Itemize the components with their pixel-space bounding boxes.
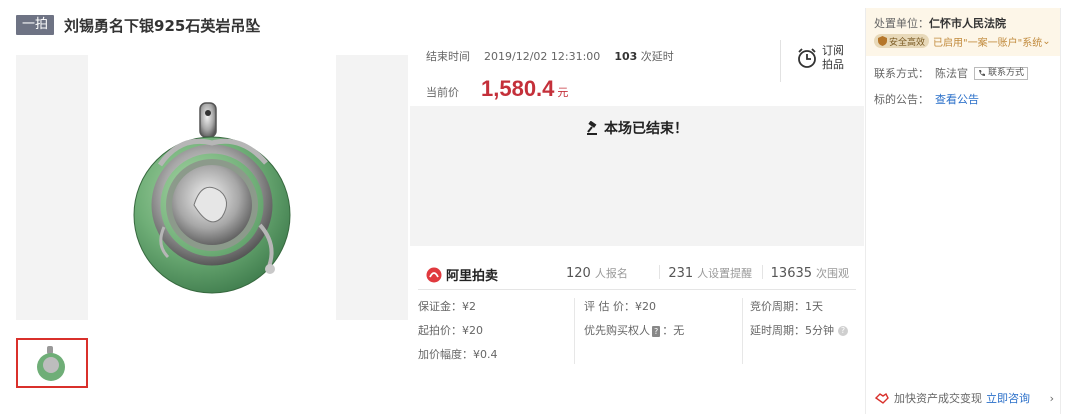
stat-signups: 120 人报名 — [566, 265, 651, 281]
auction-round-tag: 一拍 — [16, 15, 55, 35]
disposal-unit-name: 仁怀市人民法院 — [929, 17, 1006, 30]
stat-label: 次围观 — [816, 267, 850, 280]
stat-value: 120 — [566, 266, 591, 281]
current-price-label: 当前价 — [426, 86, 459, 99]
ali-auction-logo: 阿里拍卖 — [426, 265, 498, 284]
auction-ended-panel: 本场已结束！ — [410, 106, 864, 246]
alarm-clock-icon — [798, 48, 816, 68]
delay-count: 103 — [614, 50, 638, 63]
ali-auction-logo-text: 阿里拍卖 — [446, 269, 499, 284]
contact-name: 陈法官 — [935, 67, 968, 80]
help-icon[interactable]: ? — [838, 326, 848, 336]
jade-pendant-thumbnail — [18, 340, 86, 386]
account-system-row[interactable]: 安全高效 已启用"一案一账户"系统 ⌄ — [874, 32, 1052, 50]
subscribe-divider — [780, 40, 781, 82]
jade-pendant-image — [133, 102, 291, 294]
contact-button[interactable]: 联系方式 — [974, 66, 1029, 80]
consult-link[interactable]: 立即咨询 — [986, 390, 1030, 406]
contact-label: 联系方式： — [874, 67, 929, 80]
court-sidebar: 处置单位： 仁怀市人民法院 安全高效 已启用"一案一账户"系统 ⌄ 联系方式： … — [865, 8, 1061, 414]
terms-column-3: 竞价周期：1天 延时周期：5分钟? — [750, 298, 848, 346]
ended-message: 本场已结束！ — [410, 118, 864, 138]
notice-label: 标的公告： — [874, 93, 929, 106]
appraisal-price: 评 估 价：¥20 — [584, 300, 656, 313]
stat-views: 13635 次围观 — [771, 265, 856, 281]
end-time-value: 2019/12/02 12:31:00 — [484, 49, 601, 63]
priority-buyer-label: 优先购买权人 — [584, 324, 650, 337]
deposit: 保证金：¥2 — [418, 300, 476, 313]
end-time-row: 结束时间 2019/12/02 12:31:00 103 次延时 — [426, 48, 674, 64]
auction-page: 一拍 刘锡勇名下银925石英岩吊坠 结束时间 2019/12/02 12:31:… — [0, 0, 1080, 414]
shield-icon — [878, 36, 887, 46]
stats-divider — [418, 289, 856, 290]
safe-badge: 安全高效 — [874, 34, 930, 48]
terms-divider — [742, 298, 743, 364]
priority-info-icon[interactable]: ? — [652, 325, 661, 337]
end-time-label: 结束时间 — [426, 50, 470, 63]
stat-value: 231 — [668, 266, 694, 281]
subscribe-label: 订阅拍品 — [822, 44, 844, 71]
gavel-icon — [587, 120, 597, 135]
delay-period-text: 延时周期：5分钟 — [750, 324, 834, 337]
terms-divider — [574, 298, 575, 364]
chevron-right-icon: › — [1049, 391, 1054, 405]
priority-buyer: 优先购买权人? ：无 — [584, 322, 684, 346]
subscribe-button[interactable]: 订阅拍品 — [796, 44, 848, 72]
title-row: 一拍 刘锡勇名下银925石英岩吊坠 — [16, 14, 260, 36]
delay-label: 次延时 — [640, 50, 674, 63]
auction-stats: 120 人报名 231 人设置提醒 13635 次围观 — [566, 265, 856, 281]
auction-terms: 保证金：¥2 起拍价：¥20 加价幅度：¥0.4 评 估 价：¥20 优先购买权… — [418, 298, 858, 370]
delay-period: 延时周期：5分钟? — [750, 322, 848, 346]
stat-value: 13635 — [770, 266, 813, 281]
contact-button-label: 联系方式 — [988, 67, 1025, 78]
ali-auction-logo-icon — [426, 267, 442, 282]
auction-info-panel: 结束时间 2019/12/02 12:31:00 103 次延时 当前价 1,5… — [410, 40, 864, 414]
handshake-icon — [874, 392, 889, 404]
priority-buyer-value: ：无 — [662, 324, 685, 337]
stat-label: 人设置提醒 — [697, 267, 753, 280]
terms-column-2: 评 估 价：¥20 优先购买权人? ：无 — [584, 298, 684, 346]
thumbnail-selected[interactable] — [16, 338, 88, 388]
terms-column-1: 保证金：¥2 起拍价：¥20 加价幅度：¥0.4 — [418, 298, 498, 370]
view-notice-link[interactable]: 查看公告 — [935, 91, 979, 107]
disposal-unit-row: 处置单位： 仁怀市人民法院 — [874, 14, 1052, 32]
main-image-frame — [88, 55, 336, 320]
start-price: 起拍价：¥20 — [418, 324, 483, 337]
current-price-row: 当前价 1,580.4 元 — [426, 76, 568, 102]
bid-period: 竞价周期：1天 — [750, 300, 823, 313]
stat-divider — [659, 265, 661, 279]
disposal-unit-box: 处置单位： 仁怀市人民法院 安全高效 已启用"一案一账户"系统 ⌄ — [866, 8, 1060, 56]
current-price: 1,580.4 — [481, 76, 555, 101]
price-unit: 元 — [557, 86, 569, 99]
main-image-viewer[interactable] — [16, 55, 408, 320]
bid-increment: 加价幅度：¥0.4 — [418, 348, 498, 361]
stat-label: 人报名 — [594, 267, 628, 280]
disposal-unit-label: 处置单位： — [874, 17, 929, 30]
ended-text: 本场已结束！ — [604, 121, 688, 137]
chevron-down-icon: ⌄ — [1042, 35, 1051, 47]
account-system-text: 已启用"一案一账户"系统 — [933, 37, 1043, 49]
stat-reminders: 231 人设置提醒 — [668, 265, 753, 281]
phone-icon — [979, 70, 985, 76]
item-title: 刘锡勇名下银925石英岩吊坠 — [64, 16, 261, 35]
consult-text: 加快资产成交变现 — [894, 392, 982, 405]
notice-row: 标的公告： 查看公告 — [874, 86, 1052, 112]
contact-section: 联系方式： 陈法官 联系方式 标的公告： 查看公告 — [866, 56, 1060, 116]
consult-banner[interactable]: 加快资产成交变现 立即咨询 › — [874, 390, 1054, 406]
safe-badge-text: 安全高效 — [889, 37, 926, 48]
contact-row: 联系方式： 陈法官 联系方式 — [874, 60, 1052, 86]
stat-divider — [761, 265, 763, 279]
